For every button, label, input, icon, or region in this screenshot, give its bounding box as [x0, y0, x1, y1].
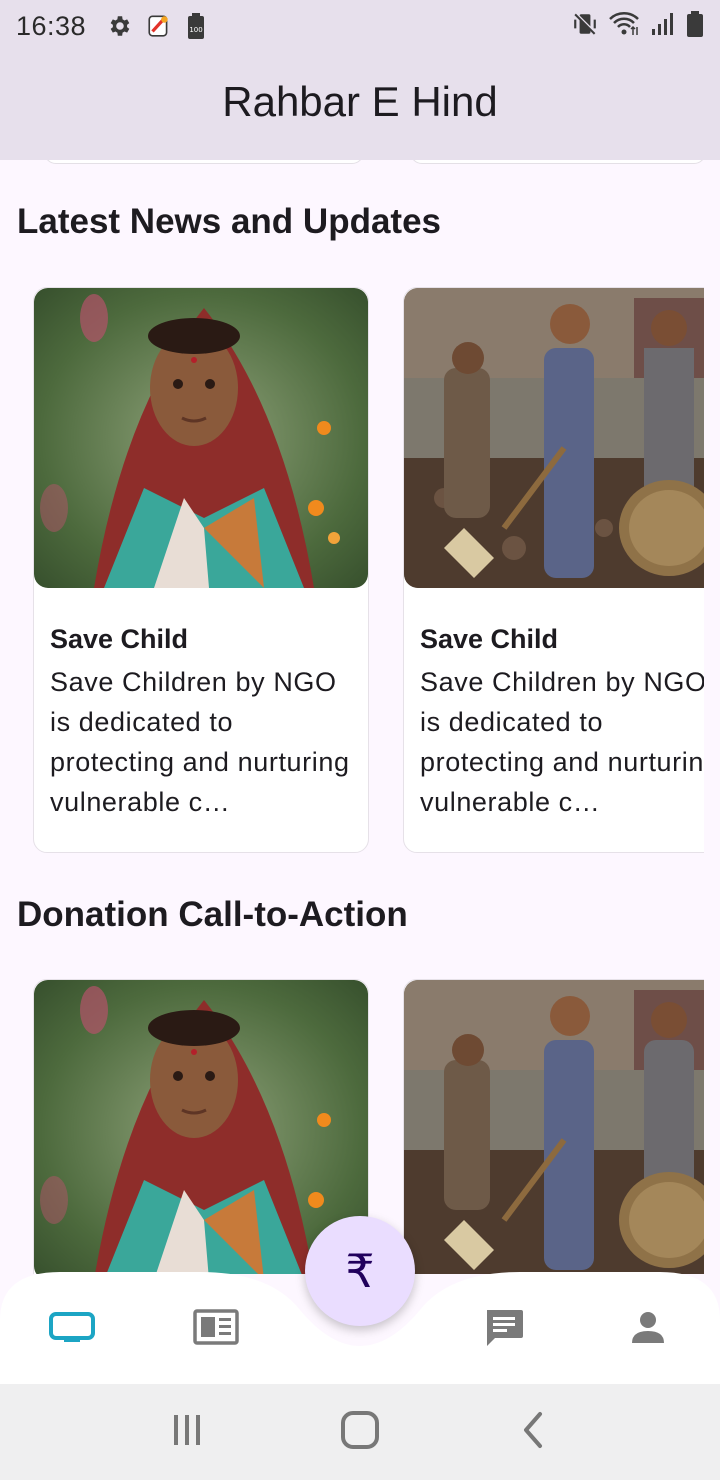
card-title: Save Child	[420, 624, 559, 654]
news-card[interactable]: Save Child Save Children by NGO is dedic…	[403, 287, 720, 853]
home-icon	[340, 1410, 380, 1454]
wifi-icon	[608, 11, 640, 41]
nav-home[interactable]	[42, 1304, 102, 1354]
donation-card[interactable]	[403, 979, 720, 1274]
recents-button[interactable]	[147, 1402, 227, 1462]
app-notification-icon	[146, 13, 172, 39]
child-laborers-image	[404, 980, 720, 1274]
section-title-latest-news: Latest News and Updates	[17, 202, 441, 241]
vibrate-mute-icon	[572, 11, 598, 41]
previous-card-edge	[44, 160, 364, 164]
back-icon	[518, 1410, 548, 1454]
card-description: Save Children by NGO is dedicated to pro…	[420, 667, 720, 817]
recents-icon	[170, 1413, 204, 1451]
status-right-icons	[572, 10, 704, 42]
nav-chat[interactable]	[474, 1304, 534, 1354]
battery-label: 100	[189, 26, 202, 34]
tv-icon	[48, 1311, 96, 1347]
nav-profile[interactable]	[618, 1304, 678, 1354]
girl-portrait-image	[34, 288, 368, 588]
settings-icon	[106, 13, 132, 39]
child-laborers-image	[404, 288, 720, 588]
home-content[interactable]: Latest News and Updates Save Child Save …	[0, 160, 720, 1274]
donation-card[interactable]	[33, 979, 369, 1274]
status-bar: 16:38 100	[0, 0, 720, 52]
girl-portrait-image	[34, 980, 368, 1274]
home-button[interactable]	[320, 1402, 400, 1462]
donate-fab-button[interactable]: ₹	[305, 1216, 415, 1326]
back-button[interactable]	[493, 1402, 573, 1462]
system-navigation-bar	[0, 1384, 720, 1480]
signal-icon	[650, 11, 676, 41]
content-right-edge	[704, 160, 720, 1274]
battery-saver-icon: 100	[186, 12, 206, 40]
section-title-donation: Donation Call-to-Action	[17, 895, 408, 934]
card-title: Save Child	[50, 624, 189, 654]
card-description: Save Children by NGO is dedicated to pro…	[50, 667, 350, 817]
news-card[interactable]: Save Child Save Children by NGO is dedic…	[33, 287, 369, 853]
battery-icon	[686, 10, 704, 42]
nav-news[interactable]	[186, 1304, 246, 1354]
previous-card-edge	[410, 160, 706, 164]
newspaper-icon	[193, 1309, 239, 1349]
app-bar: Rahbar E Hind	[0, 52, 720, 160]
chat-icon	[483, 1306, 525, 1352]
status-time: 16:38	[16, 10, 87, 41]
person-icon	[630, 1309, 666, 1349]
app-title: Rahbar E Hind	[222, 78, 498, 125]
rupee-icon: ₹	[345, 1244, 375, 1298]
